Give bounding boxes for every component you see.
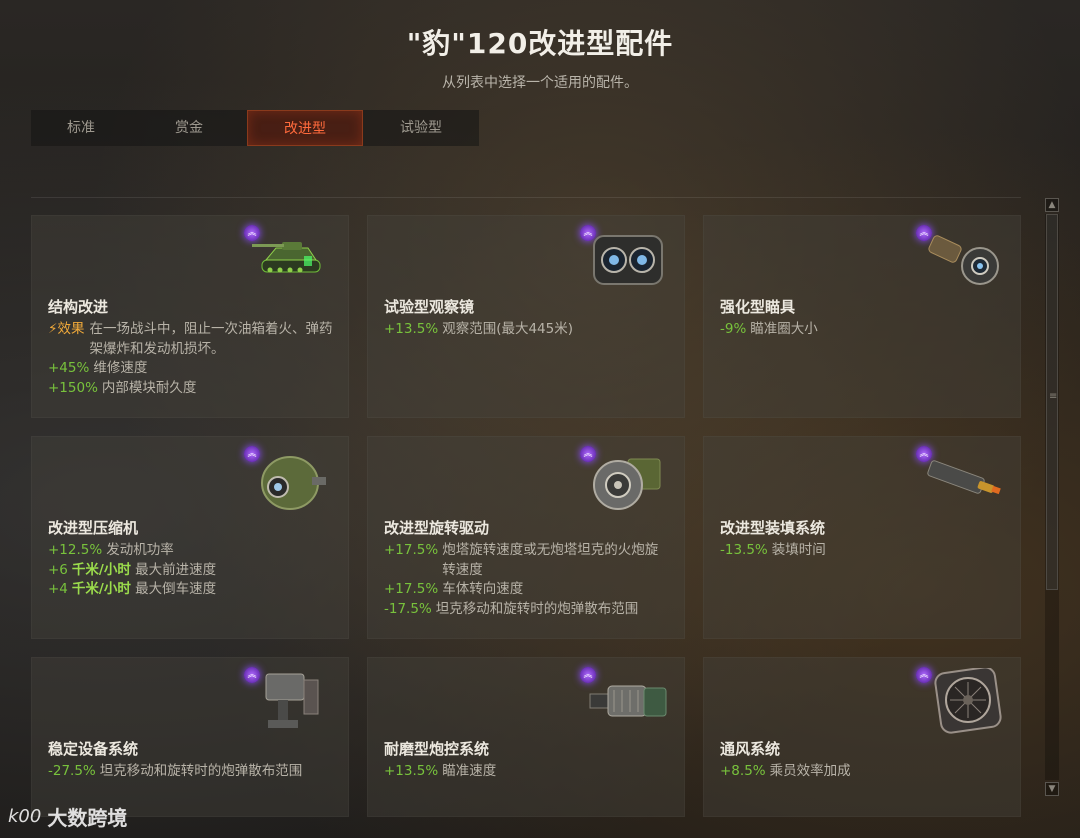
watermark-logo: k00 <box>8 806 42 827</box>
scrollbar[interactable]: ▲ ≡ ▼ <box>1045 198 1059 796</box>
tab-experimental[interactable]: 试验型 <box>363 110 479 146</box>
equipment-name: 耐磨型炮控系统 <box>384 740 490 758</box>
gun-sight-icon <box>924 226 1004 292</box>
page-subtitle: 从列表中选择一个适用的配件。 <box>442 75 638 91</box>
equipment-stats: +8.5% 乘员效率加成 <box>720 762 1006 782</box>
equipment-card-reinforced-sight[interactable]: ︽ 强化型瞄具 -9% 瞄准圈大小 <box>703 215 1021 418</box>
watermark: k00 大数跨境 <box>8 802 127 831</box>
stat-line: -9% 瞄准圈大小 <box>720 321 818 337</box>
equipment-card-ventilation[interactable]: ︽ 通风系统 +8.5% 乘员效率加成 <box>703 657 1021 817</box>
stat-line: +17.5% 车体转向速度 <box>384 581 524 597</box>
tab-improved[interactable]: 改进型 <box>247 110 363 146</box>
equipment-stats: -9% 瞄准圈大小 <box>720 320 1006 340</box>
gun-laying-drive-icon <box>588 668 668 734</box>
equipment-name: 结构改进 <box>48 298 109 316</box>
stat-line: +13.5% 瞄准速度 <box>384 763 497 779</box>
equipment-name: 改进型旋转驱动 <box>384 519 490 537</box>
stat-line: +6 千米/小时 最大前进速度 <box>48 561 217 578</box>
equipment-card-stabilizer[interactable]: ︽ 稳定设备系统 -27.5% 坦克移动和旋转时的炮弹散布范围 <box>31 657 349 817</box>
equipment-card-improved-rotation-drive[interactable]: ︽ 改进型旋转驱动 +17.5% 炮塔旋转速度或无炮塔坦克的火炮旋转速度 +17.… <box>367 436 685 639</box>
equipment-name: 强化型瞄具 <box>720 298 796 316</box>
stat-line: -17.5% 坦克移动和旋转时的炮弹散布范围 <box>384 600 639 617</box>
shell-rammer-icon <box>924 447 1004 513</box>
compressor-icon <box>252 447 332 513</box>
equipment-card-gun-laying-drive[interactable]: ︽ 耐磨型炮控系统 +13.5% 瞄准速度 <box>367 657 685 817</box>
effect-line: ⚡效果 在一场战斗中，阻止一次油箱着火、弹药架爆炸和发动机损坏。 <box>48 320 334 359</box>
stat-line: +12.5% 发动机功率 <box>48 542 174 558</box>
equipment-stats: -27.5% 坦克移动和旋转时的炮弹散布范围 <box>48 762 334 782</box>
equipment-stats: +13.5% 观察范围(最大445米) <box>384 320 670 340</box>
equipment-name: 稳定设备系统 <box>48 740 139 758</box>
stat-line: +45% 维修速度 <box>48 360 148 376</box>
equipment-stats: -13.5% 装填时间 <box>720 541 1006 561</box>
equipment-stats: +17.5% 炮塔旋转速度或无炮塔坦克的火炮旋转速度 +17.5% 车体转向速度 -… <box>384 541 670 619</box>
scroll-thumb[interactable]: ≡ <box>1046 214 1058 590</box>
tank-icon <box>252 226 332 292</box>
page-title: "豹"120改进型配件 <box>406 27 674 60</box>
stat-line: +17.5% 炮塔旋转速度或无炮塔坦克的火炮旋转速度 <box>384 542 659 578</box>
watermark-text: 大数跨境 <box>47 806 128 830</box>
equipment-name: 通风系统 <box>720 740 781 758</box>
stabilizer-icon <box>252 668 332 734</box>
equipment-grid: ︽ 结构改进 ⚡效果 在一场战斗中，阻止一次油箱着火、弹药架爆炸和发动机损坏。 … <box>31 215 1022 817</box>
scroll-down-button[interactable]: ▼ <box>1045 782 1059 796</box>
grip-icon: ≡ <box>1049 391 1058 402</box>
tab-standard[interactable]: 标准 <box>31 110 131 146</box>
stat-line: +4 千米/小时 最大倒车速度 <box>48 581 217 597</box>
tab-bounty[interactable]: 赏金 <box>131 110 247 146</box>
effect-text: 在一场战斗中，阻止一次油箱着火、弹药架爆炸和发动机损坏。 <box>89 321 333 357</box>
divider <box>31 197 1021 198</box>
equipment-card-improved-loading-system[interactable]: ︽ 改进型装填系统 -13.5% 装填时间 <box>703 436 1021 639</box>
effect-label: ⚡效果 <box>48 321 85 337</box>
equipment-name: 改进型压缩机 <box>48 519 139 537</box>
equipment-card-improved-hardening[interactable]: ︽ 结构改进 ⚡效果 在一场战斗中，阻止一次油箱着火、弹药架爆炸和发动机损坏。 … <box>31 215 349 418</box>
equipment-card-experimental-optics[interactable]: ︽ 试验型观察镜 +13.5% 观察范围(最大445米) <box>367 215 685 418</box>
rotation-drive-icon <box>588 447 668 513</box>
equipment-stats: ⚡效果 在一场战斗中，阻止一次油箱着火、弹药架爆炸和发动机损坏。 +45% 维修速… <box>48 320 334 398</box>
ventilation-fan-icon <box>924 666 1004 734</box>
scroll-track[interactable]: ≡ <box>1045 214 1059 780</box>
stat-line: -27.5% 坦克移动和旋转时的炮弹散布范围 <box>48 763 303 779</box>
scroll-up-button[interactable]: ▲ <box>1045 198 1059 212</box>
equipment-name: 试验型观察镜 <box>384 298 475 316</box>
equipment-stats: +13.5% 瞄准速度 <box>384 762 670 782</box>
equipment-card-improved-compressor[interactable]: ︽ 改进型压缩机 +12.5% 发动机功率 +6 千米/小时 最大前进速度 +4 千米… <box>31 436 349 639</box>
equipment-name: 改进型装填系统 <box>720 519 826 537</box>
binoculars-icon <box>588 226 668 292</box>
equipment-stats: +12.5% 发动机功率 +6 千米/小时 最大前进速度 +4 千米/小时 最大倒车速… <box>48 541 334 600</box>
stat-line: +13.5% 观察范围(最大445米) <box>384 321 574 337</box>
category-tabs: 标准 赏金 改进型 试验型 <box>31 110 479 146</box>
stat-line: +150% 内部模块耐久度 <box>48 379 197 396</box>
stat-line: +8.5% 乘员效率加成 <box>720 763 851 779</box>
stat-line: -13.5% 装填时间 <box>720 542 826 558</box>
